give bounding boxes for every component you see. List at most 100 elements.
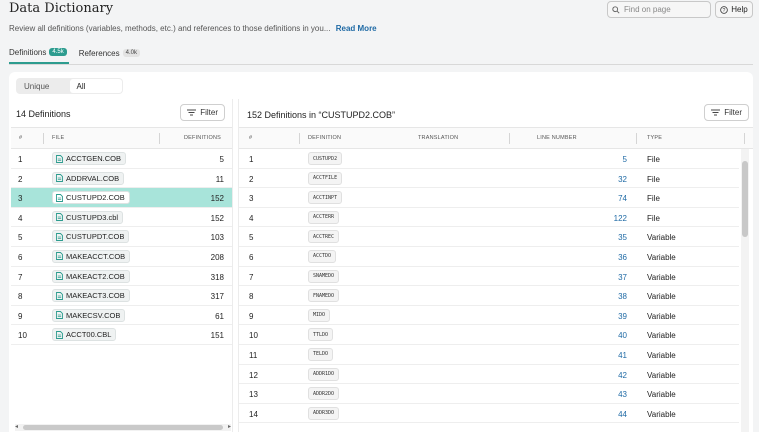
definition-type: Variable <box>647 331 676 341</box>
definition-row[interactable]: 5 ACCTREC 35 Variable <box>239 227 739 247</box>
definitions-filter-button[interactable]: Filter <box>704 104 749 121</box>
file-icon <box>56 154 63 163</box>
col-definition[interactable]: DEFINITION <box>308 135 341 141</box>
col-type[interactable]: TYPE <box>647 135 662 141</box>
row-number: 1 <box>249 155 254 164</box>
page-subtitle: Review all definitions (variables, metho… <box>9 24 377 33</box>
tab-references[interactable]: References 4.0k <box>79 42 142 64</box>
definitions-panel: 152 Definitions in “CUSTUPD2.COB” Filter… <box>238 99 753 432</box>
tab-definitions[interactable]: Definitions 4.5k <box>9 42 69 64</box>
row-number: 2 <box>18 174 23 184</box>
col-definitions[interactable]: DEFINITIONS <box>184 135 221 141</box>
filter-label: Filter <box>200 108 218 117</box>
file-chip[interactable]: MAKEACCT.COB <box>52 249 131 263</box>
file-row[interactable]: 10 ACCT00.CBL 151 <box>11 325 232 345</box>
file-chip[interactable]: CUSTUPDT.COB <box>52 230 130 244</box>
line-number-link[interactable]: 42 <box>618 371 627 380</box>
help-button[interactable]: ? Help <box>715 1 753 18</box>
definition-row[interactable]: 1 CUSTUPD2 5 File <box>239 149 739 169</box>
definition-chip: SNAMEDO <box>308 269 340 283</box>
read-more-link[interactable]: Read More <box>336 24 377 33</box>
file-chip[interactable]: ACCTGEN.COB <box>52 152 127 165</box>
line-number-link[interactable]: 41 <box>618 351 627 360</box>
file-row[interactable]: 5 CUSTUPDT.COB 103 <box>11 227 232 247</box>
file-chip[interactable]: MAKEACT2.COB <box>52 269 130 283</box>
definition-row[interactable]: 2 ACCTFILE 32 File <box>239 169 739 189</box>
row-number: 5 <box>18 233 23 243</box>
tab-bar: Definitions 4.5k References 4.0k <box>9 42 142 64</box>
line-number-link[interactable]: 38 <box>618 292 627 301</box>
file-chip[interactable]: MAKECSV.COB <box>52 308 126 322</box>
segment-all[interactable]: All <box>69 79 122 93</box>
definition-row[interactable]: 7 SNAMEDO 37 Variable <box>239 267 739 287</box>
tab-label: References <box>78 48 120 58</box>
definition-row[interactable]: 12 ADDR1DO 42 Variable <box>239 365 739 385</box>
line-number-link[interactable]: 44 <box>618 410 627 419</box>
row-number: 13 <box>249 390 258 400</box>
line-number-link[interactable]: 39 <box>618 312 627 321</box>
definition-row[interactable]: 4 ACCTERR 122 File <box>239 208 739 228</box>
scroll-right-icon[interactable]: ▸ <box>228 424 231 431</box>
definition-row[interactable]: 8 FNAMEDO 38 Variable <box>239 286 739 306</box>
file-icon <box>56 311 63 320</box>
col-file[interactable]: FILE <box>52 135 64 141</box>
scrollbar-thumb[interactable] <box>742 161 748 237</box>
row-number: 7 <box>18 272 23 282</box>
definitions-vertical-scrollbar[interactable] <box>741 149 749 432</box>
row-number: 11 <box>249 350 258 360</box>
line-number-link[interactable]: 35 <box>618 233 627 242</box>
definition-row[interactable]: 9 MIDO 39 Variable <box>239 306 739 326</box>
files-filter-button[interactable]: Filter <box>180 104 225 121</box>
line-number-link[interactable]: 36 <box>618 253 627 262</box>
file-row[interactable]: 1 ACCTGEN.COB 5 <box>11 149 232 169</box>
definition-row[interactable]: 13 ADDR2DO 43 Variable <box>239 384 739 404</box>
segment-unique[interactable]: Unique <box>17 79 70 93</box>
file-row[interactable]: 6 MAKEACCT.COB 208 <box>11 247 232 267</box>
row-number: 5 <box>249 233 254 243</box>
line-number-link[interactable]: 40 <box>618 331 627 340</box>
file-row[interactable]: 9 MAKECSV.COB 61 <box>11 306 232 326</box>
file-row[interactable]: 7 MAKEACT2.COB 318 <box>11 267 232 287</box>
line-number-link[interactable]: 122 <box>614 214 627 223</box>
definition-type: File <box>647 194 660 204</box>
filter-icon <box>187 109 197 116</box>
line-number-link[interactable]: 32 <box>618 175 627 184</box>
tab-label: Definitions <box>9 47 47 57</box>
unique-all-toggle: Unique All <box>16 78 123 94</box>
definition-row[interactable]: 11 TELDO 41 Variable <box>239 345 739 365</box>
file-row[interactable]: 8 MAKEACT3.COB 317 <box>11 286 232 306</box>
definition-chip: TELDO <box>308 347 334 361</box>
definition-row[interactable]: 10 TTLDO 40 Variable <box>239 325 739 345</box>
file-chip[interactable]: ADDRVAL.COB <box>52 171 125 185</box>
definition-chip: MIDO <box>308 308 331 322</box>
definition-row[interactable]: 3 ACCTINPT 74 File <box>239 188 739 208</box>
line-number-link[interactable]: 43 <box>618 390 627 399</box>
definition-chip: ADDR3DO <box>308 406 340 420</box>
file-chip[interactable]: CUSTUPD3.cbl <box>52 210 124 224</box>
subtitle-text: Review all definitions (variables, metho… <box>9 24 331 33</box>
file-chip[interactable]: CUSTUPD2.COB <box>52 191 130 205</box>
line-number-link[interactable]: 5 <box>623 155 627 164</box>
row-number: 3 <box>249 194 254 204</box>
file-chip[interactable]: MAKEACT3.COB <box>52 289 130 303</box>
definitions-count: 317 <box>210 292 224 302</box>
row-number: 6 <box>18 252 23 262</box>
search-input[interactable] <box>624 5 704 14</box>
col-line-number[interactable]: LINE NUMBER <box>537 135 577 141</box>
definition-row[interactable]: 14 ADDR3DO 44 Variable <box>239 404 739 424</box>
files-horizontal-scrollbar[interactable]: ◂ ▸ <box>15 424 231 431</box>
scroll-left-icon[interactable]: ◂ <box>15 424 18 431</box>
file-chip[interactable]: ACCT00.CBL <box>52 328 117 342</box>
scrollbar-thumb[interactable] <box>23 425 223 430</box>
definition-row[interactable]: 6 ACCTDO 36 Variable <box>239 247 739 267</box>
definitions-title: 152 Definitions in “CUSTUPD2.COB” <box>247 110 396 120</box>
file-row[interactable]: 3 CUSTUPD2.COB 152 <box>11 188 232 208</box>
search-icon <box>612 5 620 14</box>
line-number-link[interactable]: 74 <box>618 194 627 203</box>
find-on-page-box[interactable] <box>607 1 711 18</box>
file-row[interactable]: 2 ADDRVAL.COB 11 <box>11 169 232 189</box>
col-translation[interactable]: TRANSLATION <box>418 135 458 141</box>
file-row[interactable]: 4 CUSTUPD3.cbl 152 <box>11 208 232 228</box>
line-number-link[interactable]: 37 <box>618 273 627 282</box>
col-num: # <box>249 135 253 141</box>
